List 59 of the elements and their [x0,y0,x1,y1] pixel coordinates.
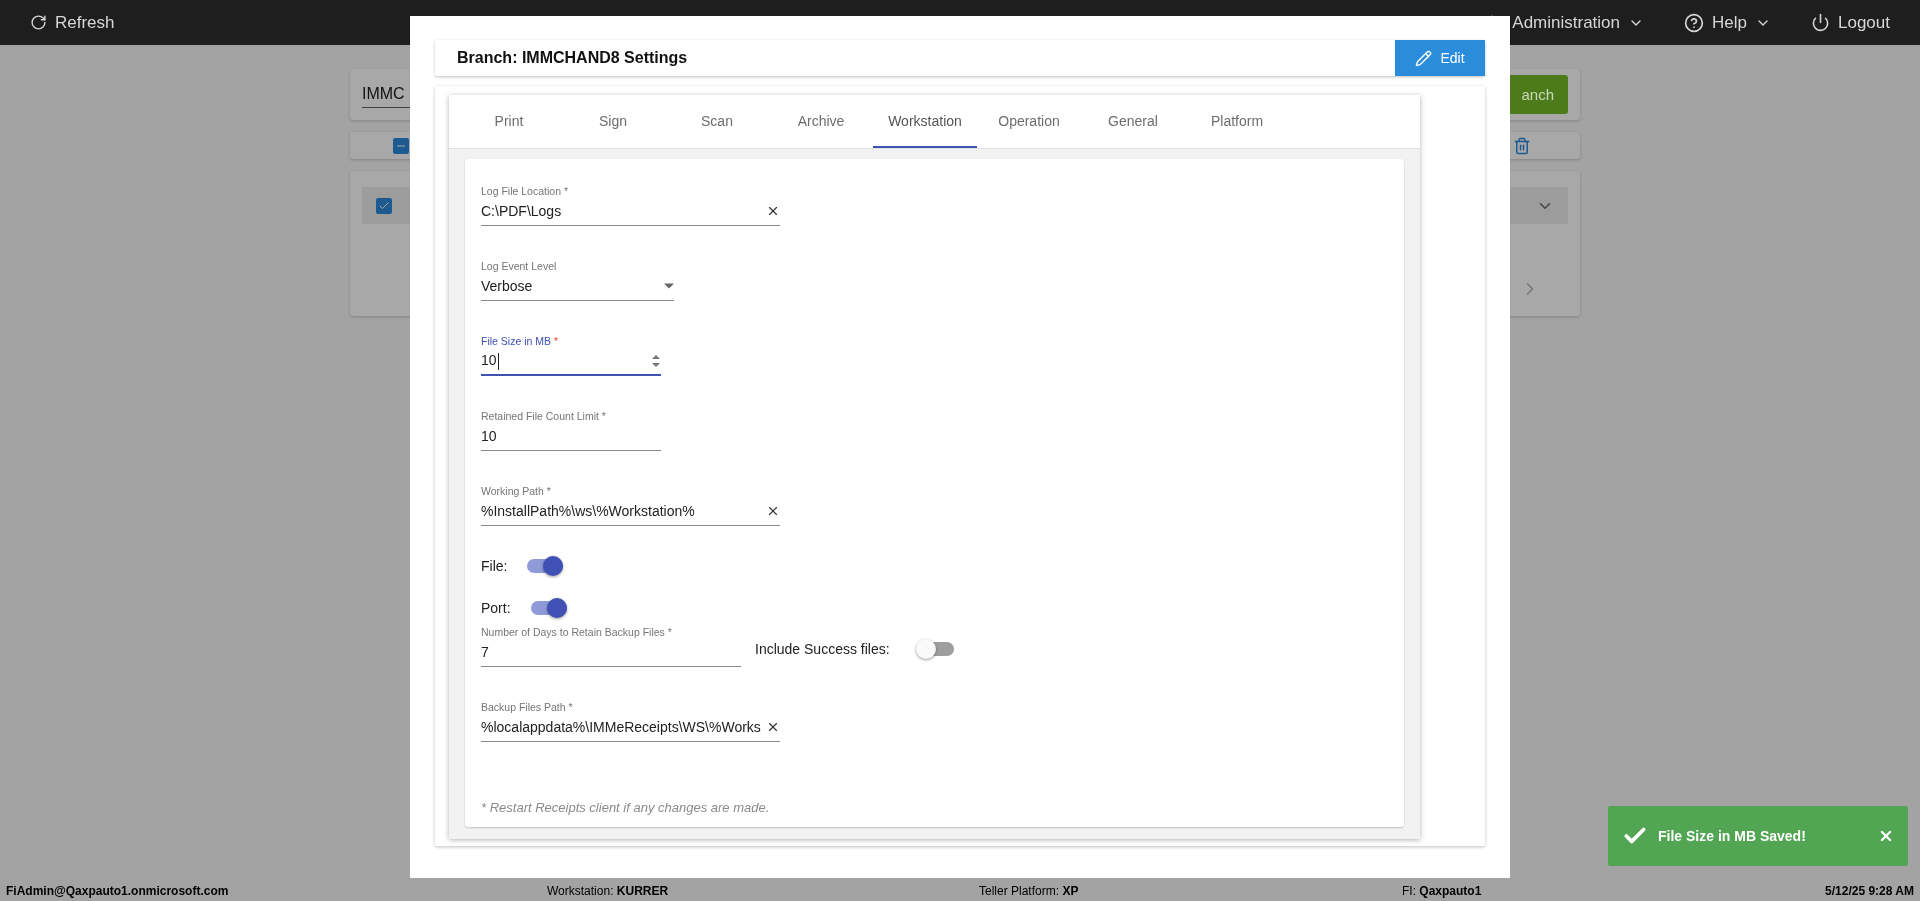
logout-button[interactable]: Logout [1811,12,1890,33]
refresh-icon [30,14,47,31]
field-value: C:\PDF\Logs [481,203,562,219]
tab[interactable]: Sign [561,95,665,148]
field-label: Log Event Level [481,260,558,272]
tab[interactable]: Platform [1185,95,1289,148]
dialog-title: Branch: IMMCHAND8 Settings [457,49,688,67]
field-value: 10 [481,352,499,370]
tab[interactable]: Print [457,95,561,148]
restart-note: * Restart Receipts client if any changes are made. [481,800,771,815]
field-value: %InstallPath%\ws\%Workstation% [481,503,695,519]
close-icon[interactable] [1878,828,1894,844]
user-email: FiAdmin@Qaxpauto1.onmicrosoft.com [6,884,230,898]
field-value: 10 [481,428,497,444]
toggle-label: Port: [481,600,511,616]
field-label: File Size in MB * [481,335,560,347]
status-item: Workstation: KURRER [547,884,670,898]
field-label: Backup Files Path * [481,701,574,713]
toggle-label: File: [481,558,508,574]
toggle-switch[interactable] [530,601,567,615]
trash-icon[interactable] [1513,136,1531,155]
power-icon [1811,13,1830,32]
status-item: Teller Platform: XP [979,884,1080,898]
refresh-button[interactable]: Refresh [30,12,115,33]
edit-button[interactable]: Edit [1395,40,1485,76]
spinner-icon[interactable] [651,354,661,368]
clear-icon[interactable] [766,504,780,518]
input-field[interactable]: Retained File Count Limit * 10 [481,410,661,451]
help-icon [1684,12,1705,33]
tab[interactable]: Scan [665,95,769,148]
field-label: Number of Days to Retain Backup Files * [481,626,673,638]
checkbox[interactable] [393,137,409,154]
pencil-icon [1415,49,1433,67]
toggle-switch[interactable] [917,642,954,656]
dropdown-caret-icon[interactable] [664,283,674,289]
field-label: Working Path * [481,485,552,497]
field-value: Verbose [481,278,533,294]
tab[interactable]: Operation [977,95,1081,148]
clear-icon[interactable] [766,720,780,734]
toast-message: File Size in MB Saved! [1658,828,1807,844]
date-time: 5/12/25 9:28 AM [1825,884,1914,898]
field-value: 7 [481,644,489,660]
toggle-switch[interactable] [527,559,564,573]
input-field[interactable]: File Size in MB * 10 [481,335,661,376]
input-field[interactable]: Working Path * %InstallPath%\ws\%Workstation% [481,485,780,526]
clear-icon[interactable] [766,204,780,218]
menu-button[interactable]: Help [1684,12,1771,33]
select-field[interactable]: Log Event Level Verbose [481,260,674,301]
input-field[interactable]: Number of Days to Retain Backup Files * 7 [481,626,741,667]
field-label: Log File Location * [481,185,569,197]
status-item: FI: Qaxpauto1 [1402,884,1482,898]
input-field[interactable]: Log File Location * C:\PDF\Logs [481,185,780,226]
checkbox[interactable] [376,197,392,214]
field-value: %localappdata%\IMMeReceipts\WS\%Works [481,719,761,735]
toggle-label: Include Success files: [755,641,890,657]
field-label: Retained File Count Limit * [481,410,607,422]
tab[interactable]: Archive [769,95,873,148]
input-field[interactable]: Backup Files Path * %localappdata%\IMMeReceipts\WS\%Works [481,701,780,742]
tab[interactable]: General [1081,95,1185,148]
